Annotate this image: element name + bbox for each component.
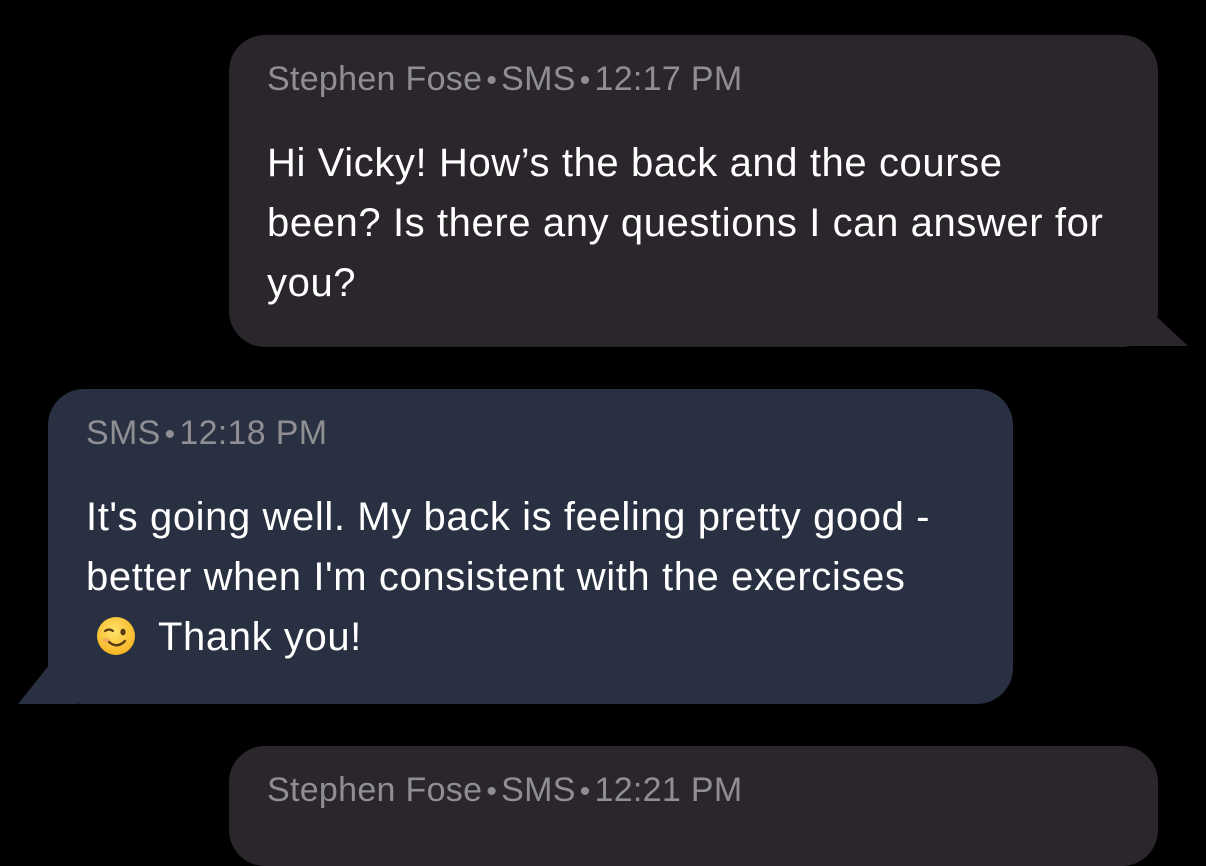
message-bubble-outgoing[interactable]: Stephen Fose • SMS • 12:17 PM Hi Vicky! How’…: [229, 35, 1158, 347]
timestamp: 12:17 PM: [594, 60, 743, 98]
message-text: It's going well. My back is feeling pret…: [86, 487, 975, 667]
sender-name: Stephen Fose: [267, 60, 483, 98]
message-meta: SMS • 12:18 PM: [86, 413, 975, 455]
channel-label: SMS: [86, 414, 161, 452]
message-bubble-incoming[interactable]: SMS • 12:18 PM It's going well. My back is…: [48, 389, 1013, 704]
bubble-tail-left: [18, 664, 78, 709]
separator-dot: •: [486, 64, 498, 97]
message-text-part: Thank you!: [158, 615, 362, 659]
message-bubble-outgoing[interactable]: Stephen Fose • SMS • 12:21 PM: [229, 746, 1158, 866]
sender-name: Stephen Fose: [267, 771, 483, 809]
timestamp: 12:18 PM: [179, 414, 328, 452]
message-meta: Stephen Fose • SMS • 12:17 PM: [267, 59, 1120, 101]
separator-dot: •: [579, 64, 591, 97]
message-meta: Stephen Fose • SMS • 12:21 PM: [267, 770, 1120, 812]
separator-dot: •: [486, 775, 498, 808]
separator-dot: •: [164, 418, 176, 451]
timestamp: 12:21 PM: [594, 771, 743, 809]
channel-label: SMS: [501, 771, 576, 809]
separator-dot: •: [579, 775, 591, 808]
winking-face-icon: [97, 617, 135, 655]
message-text: Hi Vicky! How’s the back and the course …: [267, 141, 1104, 305]
message-text-part: It's going well. My back is feeling pret…: [86, 495, 931, 599]
channel-label: SMS: [501, 60, 576, 98]
